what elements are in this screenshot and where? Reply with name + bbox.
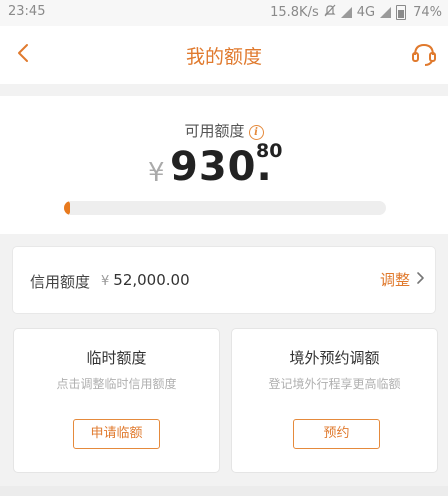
signal-icon bbox=[340, 7, 352, 18]
status-indicators: 15.8K/s 4G 74% bbox=[270, 4, 442, 21]
reserve-button[interactable]: 预约 bbox=[293, 419, 380, 449]
bottom-edge bbox=[0, 486, 448, 496]
battery-level: 74% bbox=[413, 5, 442, 20]
headset-icon bbox=[408, 43, 440, 74]
credit-currency: ¥ bbox=[101, 274, 110, 289]
signal-icon-2 bbox=[380, 7, 392, 18]
status-bar: 23:45 15.8K/s 4G 74% bbox=[0, 0, 448, 26]
credit-limit-card: 信用额度 ¥52,000.00 调整 bbox=[12, 246, 436, 314]
info-icon[interactable]: i bbox=[248, 125, 264, 140]
nav-bar: 我的额度 bbox=[0, 26, 448, 84]
chevron-right-icon bbox=[416, 271, 425, 289]
mute-icon bbox=[324, 4, 336, 21]
overseas-adjust-tile: 境外预约调额 登记境外行程享更高临额 预约 bbox=[231, 328, 438, 473]
apply-temporary-credit-button[interactable]: 申请临额 bbox=[73, 419, 160, 449]
overseas-adjust-title: 境外预约调额 bbox=[289, 349, 380, 367]
usage-progress-fill bbox=[64, 201, 70, 215]
temporary-credit-tile: 临时额度 点击调整临时信用额度 申请临额 bbox=[13, 328, 220, 473]
currency-symbol: ¥ bbox=[148, 158, 165, 188]
customer-service-button[interactable] bbox=[408, 38, 440, 70]
credit-limit-label: 信用额度 bbox=[30, 273, 91, 291]
available-credit-label: 可用额度 bbox=[184, 122, 245, 140]
available-credit-panel: 可用额度 i ¥ 930. 80 bbox=[0, 96, 448, 234]
adjust-label: 调整 bbox=[379, 271, 410, 289]
page-title: 我的额度 bbox=[185, 46, 262, 68]
network-type: 4G bbox=[356, 5, 376, 20]
credit-limit-value: ¥52,000.00 bbox=[101, 271, 190, 289]
credit-amount: 52,000.00 bbox=[113, 271, 190, 289]
overseas-adjust-subtitle: 登记境外行程享更高临额 bbox=[268, 377, 401, 391]
usage-progress-bar bbox=[64, 201, 386, 215]
temporary-credit-title: 临时额度 bbox=[86, 349, 147, 367]
amount-decimal: 80 bbox=[256, 140, 283, 162]
available-credit-label-row: 可用额度 i bbox=[0, 120, 448, 141]
net-speed: 15.8K/s bbox=[270, 5, 319, 20]
adjust-button[interactable]: 调整 bbox=[380, 269, 425, 290]
status-time: 23:45 bbox=[8, 4, 46, 19]
temporary-credit-subtitle: 点击调整临时信用额度 bbox=[56, 377, 177, 391]
battery-icon bbox=[396, 5, 407, 20]
